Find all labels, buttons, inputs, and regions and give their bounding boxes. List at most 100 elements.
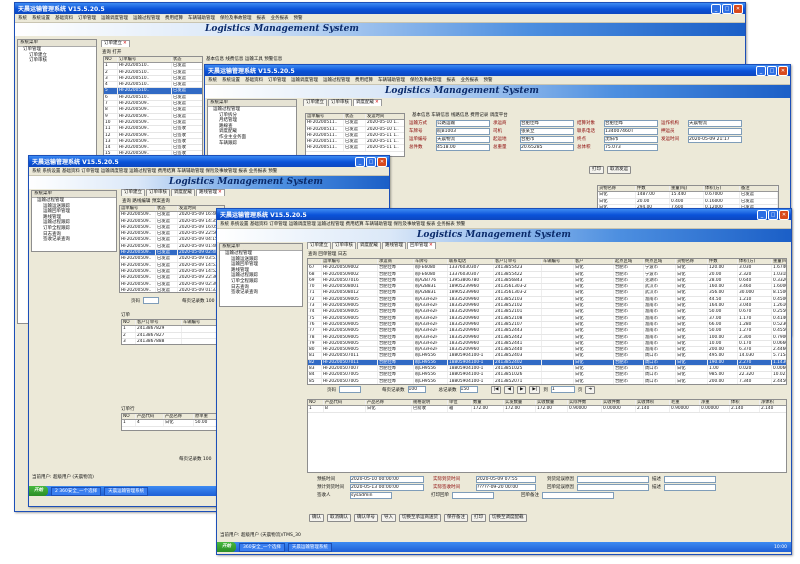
menu-item[interactable]: 订单管理 [78,15,96,21]
field-value[interactable]: 公路运输 [436,119,490,127]
menu-bar[interactable]: 系统 系统设置 基础资料 订单管理 运输调度管理 运输过程管理 费用结算 车辆辅… [29,167,389,176]
column-header[interactable]: NO [122,320,136,326]
sub-tabs[interactable]: 基本信息 车辆信息 线路信息 费用记录 调度平台 [409,111,572,118]
receipt-delay-field[interactable] [577,483,649,491]
field-value[interactable]: 天晨物流 [688,119,742,127]
menu-item[interactable]: 费用结算 [165,15,183,21]
column-header[interactable]: 单位 [448,400,472,406]
menu-item[interactable]: 系统 [208,77,217,83]
field-value[interactable]: 合肥佳晔 [604,119,658,127]
tab-order-entry[interactable]: 订单建立 [307,242,331,249]
goto-button[interactable]: ➜ [585,385,596,394]
column-header[interactable]: 数量 [472,400,504,406]
menu-item[interactable]: 报表 [447,77,456,83]
column-header[interactable]: 终点区域 [644,259,676,265]
table-row[interactable]: 1 B 日化 巴箭收箱 172.00 172.00 172.00 0.90000 0.00000… [308,406,786,413]
planned-field[interactable]: 2020-05-13 00:00:00 [350,483,424,491]
column-header[interactable]: 客户 [574,259,614,265]
menu-item[interactable]: 保险及事故管理 [410,77,442,83]
column-header[interactable]: 产品代码 [324,400,366,406]
column-header[interactable]: 体积 [730,400,760,406]
cancel-confirm-button[interactable]: 取消确认 [327,513,351,522]
switch-carrier-button[interactable]: 切换至承运商送货 [399,513,441,522]
tab-order-review[interactable]: 订单审核 [146,189,170,196]
taskbar-item[interactable]: 天晨运输管理系统 [287,542,332,552]
first-page-button[interactable]: |◀ [490,385,502,394]
taskbar-item[interactable]: 天晨运输管理系统 [104,486,149,496]
title-bar[interactable]: 天晨运输管理系统 V15.5.20.5 _ □ ✕ [205,65,790,76]
field-value[interactable]: 张某立 [520,127,574,135]
menu-item[interactable]: 系统 [18,15,27,21]
field-value[interactable]: 合肥市 [520,135,574,143]
print-button[interactable]: 打印 [471,513,486,522]
column-header[interactable]: 产品代码 [136,414,164,420]
field-value[interactable]: 20.65285 [520,143,574,151]
title-bar[interactable]: 天晨运输管理系统 V15.5.20.5 _ □ ✕ [217,209,791,220]
arrival-field[interactable]: 2020-05-09 07:55 [476,475,536,483]
field-value[interactable]: 2020-05-09 21:17 [688,135,742,143]
tree-node[interactable]: 订单审核 [18,58,96,64]
column-header[interactable]: 发运时间 [366,114,404,119]
column-header[interactable]: 运单编号 [306,114,344,120]
column-header[interactable]: 备注 [740,186,778,192]
column-header[interactable]: 客户订单号 [136,320,182,326]
menu-item[interactable]: 运输过程管理 [323,77,350,83]
field-value[interactable]: 天晨物流 [436,135,490,143]
field-value[interactable]: 沈阳市 [604,135,658,143]
tab-close-icon[interactable]: ✕ [218,190,222,195]
field-value[interactable]: 皖B1003 [436,127,490,135]
tree-node[interactable]: 签收记录查询 [32,237,116,243]
menu-item[interactable]: 基础资料 [245,77,263,83]
column-header[interactable]: 承运商 [378,259,414,265]
minimize-icon[interactable]: _ [757,209,767,220]
menu-item[interactable]: 车辆辅助管理 [378,77,405,83]
column-header[interactable]: 货物名称 [676,259,708,265]
tab-route[interactable]: 路线管理✕ [196,189,225,196]
menu-item[interactable]: 预警 [484,77,493,83]
tab-close-icon[interactable]: ✕ [123,41,127,46]
start-button[interactable]: 开始 [217,542,236,552]
table-row[interactable]: 1 4 日化 50.00 [122,420,218,427]
column-header[interactable]: 运单编号 [120,206,156,212]
tab-order-review[interactable]: 订单审核 [332,242,356,249]
column-header[interactable]: 车牌号 [414,259,448,265]
tab-dispatch[interactable]: 调度配载✕ [353,99,382,106]
eta-field[interactable]: 2020-05-10 00:00:00 [350,475,424,483]
menu-item[interactable]: 业务报表 [461,77,479,83]
column-header[interactable]: NO [308,400,324,406]
tab-order-entry[interactable]: 订单建立 [303,99,327,106]
tab-dispatch[interactable]: 调度配载 [171,189,195,196]
column-header[interactable]: 净体积 [760,400,786,405]
column-header[interactable]: 净重 [700,400,730,406]
column-header[interactable]: 件数 [708,259,738,265]
toolbar[interactable]: 查询 打开 [99,48,212,55]
save-remark-button[interactable]: 保存备注 [444,513,468,522]
column-header[interactable]: 客户订单号 [494,259,542,265]
column-header[interactable]: 实收数量 [536,400,568,406]
column-header[interactable]: 产品名称 [366,400,412,406]
table-row[interactable]: HF20200511.. 已发运 2020-05-11 1.. [306,145,404,152]
table-row[interactable]: HF20200509.. 已发运 2020-05-09 01:33 [120,287,224,292]
menu-item[interactable]: 报表 [257,15,266,21]
menu-item[interactable]: 预警 [294,15,303,21]
tab-receipt[interactable]: 回单管理✕ [407,242,436,249]
close-icon[interactable]: ✕ [733,3,743,14]
column-header[interactable]: NO [104,57,118,63]
page-input[interactable] [339,386,361,393]
tab-route[interactable]: 路线管理 [382,242,406,249]
field-value[interactable]: 合肥佳晔 [520,119,574,127]
taskbar-item[interactable]: 2 360安全_一个选择 [51,486,102,496]
column-header[interactable]: 产品名称 [164,414,194,420]
maximize-icon[interactable]: □ [366,156,376,167]
next-page-button[interactable]: ▶ [516,385,527,394]
column-header[interactable]: 订单编号 [118,57,172,63]
tab-close-icon[interactable]: ✕ [429,243,433,248]
title-bar[interactable]: 天晨运输管理系统 V15.5.20.5 _ □ ✕ [15,3,745,14]
column-header[interactable]: 联系电话 [448,259,494,265]
menu-item[interactable]: 业务报表 [271,15,289,21]
column-header[interactable]: 毛重 [670,400,700,406]
field-value[interactable] [688,127,742,135]
field-value[interactable]: 134007460T [604,127,658,135]
confirm-button[interactable]: 确认 [309,513,324,522]
taskbar-item[interactable]: 360安全_一个选择 [239,542,285,552]
